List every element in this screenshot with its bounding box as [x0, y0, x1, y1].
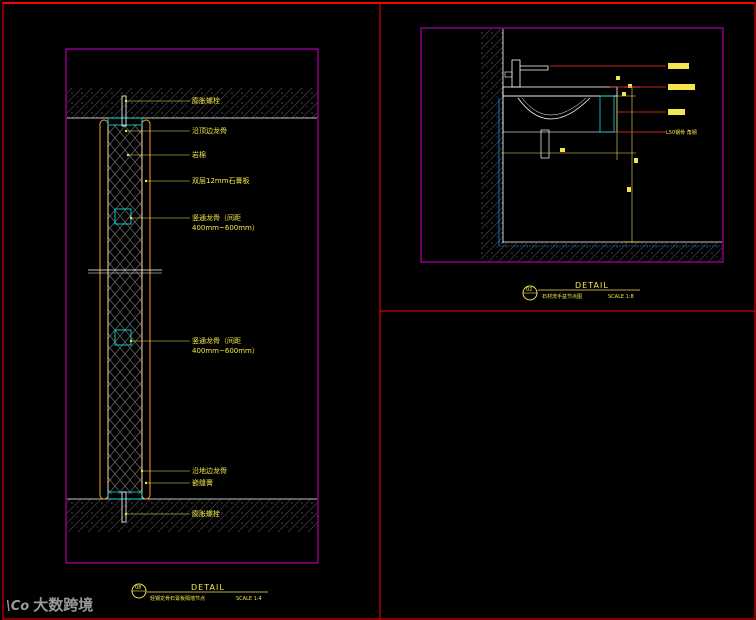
watermark: \Co 大数跨境: [6, 594, 93, 615]
callout-bolt-bottom: 膨胀螺栓: [192, 509, 220, 518]
callout-cross-stud-2a: 竖通龙骨（间距: [192, 336, 241, 345]
callout-gypsum-board: 双层12mm石膏板: [192, 176, 250, 185]
steel-angle: [599, 95, 615, 133]
left-detail-viewport: 膨胀螺栓 沿顶边龙骨 岩棉 双层12mm石膏板 竖通龙骨（间距 400mm~60…: [65, 48, 319, 564]
right-title-number: 02: [526, 287, 532, 293]
watermark-logo: \Co: [6, 599, 30, 614]
back-wall: [481, 29, 503, 249]
callout-bolt-top: 膨胀螺栓: [192, 96, 220, 105]
rock-wool-infill: [108, 124, 142, 494]
right-title-name: 石材洗手盆节点图: [542, 293, 582, 300]
cad-drawing-canvas: 膨胀螺栓 沿顶边龙骨 岩棉 双层12mm石膏板 竖通龙骨（间距 400mm~60…: [2, 2, 756, 620]
watermark-text: 大数跨境: [33, 596, 94, 614]
right-callout-tags: [668, 63, 695, 115]
left-title-name: 轻钢龙骨石膏板隔墙节点: [150, 595, 205, 602]
left-title-block: 08 DETAIL 轻钢龙骨石膏板隔墙节点 SCALE 1:4: [131, 583, 268, 602]
right-leaders: [550, 65, 666, 133]
callout-cross-stud-1b: 400mm~600mm）: [192, 224, 259, 232]
callout-top-edge-stud: 沿顶边龙骨: [192, 126, 227, 135]
right-title-block: 02 DETAIL 石材洗手盆节点图 SCALE 1:8: [522, 281, 640, 301]
left-title-scale: SCALE 1:4: [236, 596, 262, 602]
left-title-number: 08: [135, 585, 141, 591]
gypsum-board-left: [99, 119, 109, 500]
right-detail-viewport: L50钢骨 角钢: [420, 27, 724, 263]
faucet: [511, 59, 521, 88]
right-dimensions: [503, 86, 640, 243]
callout-cross-stud-2b: 400mm~600mm）: [192, 347, 259, 355]
callout-rock-wool: 岩棉: [192, 150, 206, 159]
basin: [517, 97, 591, 120]
callout-cross-stud-1a: 竖通龙骨（间距: [192, 213, 241, 222]
callout-caulk: 嵌缝膏: [192, 478, 213, 487]
gypsum-board-right: [141, 119, 151, 500]
stone-countertop: [502, 86, 618, 97]
callout-steel-note: L50钢骨 角钢: [666, 129, 697, 136]
right-title-scale: SCALE 1:8: [608, 294, 634, 300]
callout-floor-edge-stud: 沿地边龙骨: [192, 466, 227, 475]
right-title-detail: DETAIL: [575, 281, 609, 290]
left-title-detail: DETAIL: [191, 583, 225, 592]
